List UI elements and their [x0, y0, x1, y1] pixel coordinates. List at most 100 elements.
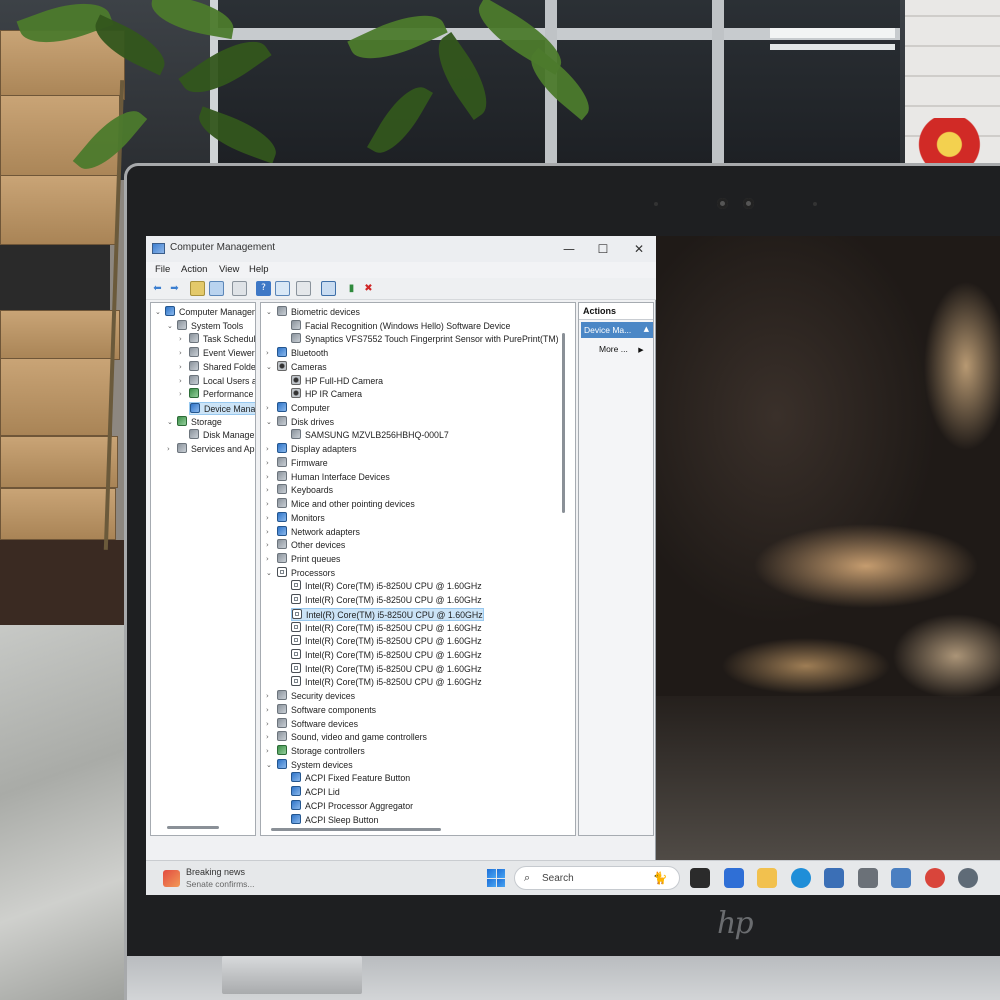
expand-arrow-icon[interactable]: ›: [266, 402, 269, 416]
expand-arrow-icon[interactable]: ›: [266, 443, 269, 457]
console-tree-item[interactable]: Device Manag: [189, 401, 255, 416]
expand-arrow-icon[interactable]: ›: [266, 718, 269, 732]
device-item[interactable]: HP Full-HD Camera: [291, 374, 383, 389]
show-tree-icon[interactable]: [209, 281, 224, 296]
console-tree-item[interactable]: Services and App: [177, 443, 255, 457]
console-tree-item[interactable]: Event Viewer: [189, 347, 255, 361]
device-category[interactable]: Bluetooth: [277, 347, 328, 361]
tool-icon[interactable]: [958, 868, 978, 888]
expand-arrow-icon[interactable]: ›: [179, 375, 182, 389]
up-folder-icon[interactable]: [190, 281, 205, 296]
file-explorer-icon[interactable]: [757, 868, 777, 888]
expand-arrow-icon[interactable]: ›: [266, 731, 269, 745]
expand-arrow-icon[interactable]: ›: [266, 526, 269, 540]
device-category[interactable]: Mice and other pointing devices: [277, 498, 415, 512]
console-tree-item[interactable]: Performance: [189, 388, 253, 402]
device-category[interactable]: Firmware: [277, 456, 328, 471]
minimize-button[interactable]: —: [554, 239, 584, 259]
console-tree-item[interactable]: Shared Folde: [189, 360, 255, 375]
device-category[interactable]: Other devices: [277, 539, 345, 553]
update-driver-icon[interactable]: ▮: [344, 281, 359, 296]
device-item[interactable]: SAMSUNG MZVLB256HBHQ-000L7: [291, 429, 449, 443]
expand-arrow-icon[interactable]: ⌄: [167, 416, 173, 430]
device-item[interactable]: Intel(R) Core(TM) i5-8250U CPU @ 1.60GHz: [291, 662, 482, 677]
device-category[interactable]: Keyboards: [277, 484, 333, 498]
uninstall-icon[interactable]: ✖: [361, 281, 376, 296]
menu-file[interactable]: File: [155, 264, 170, 275]
device-category[interactable]: Security devices: [277, 690, 355, 704]
back-arrow-icon[interactable]: ⬅: [150, 281, 165, 296]
settings-icon[interactable]: [857, 868, 878, 888]
device-item[interactable]: Intel(R) Core(TM) i5-8250U CPU @ 1.60GHz: [291, 621, 482, 636]
view-icon[interactable]: [275, 281, 290, 296]
device-item[interactable]: Synaptics VFS7552 Touch Fingerprint Sens…: [291, 333, 559, 347]
news-widget-icon[interactable]: [163, 870, 180, 887]
news-subtitle[interactable]: Senate confirms...: [186, 879, 255, 889]
device-category[interactable]: Cameras: [277, 360, 327, 375]
expand-arrow-icon[interactable]: ⌄: [266, 567, 272, 581]
news-app-icon[interactable]: [723, 868, 744, 888]
device-item[interactable]: HP IR Camera: [291, 388, 362, 402]
console-tree-item[interactable]: Task Schedule: [189, 333, 255, 347]
news-headline[interactable]: Breaking news: [186, 867, 245, 877]
actions-device-manager[interactable]: Device Ma... ▲: [581, 322, 653, 338]
device-item[interactable]: Intel(R) Core(TM) i5-8250U CPU @ 1.60GHz: [291, 676, 482, 690]
expand-arrow-icon[interactable]: ›: [266, 704, 269, 718]
close-button[interactable]: ✕: [624, 239, 654, 259]
expand-arrow-icon[interactable]: ›: [179, 347, 182, 361]
console-tree-item[interactable]: Local Users an: [189, 374, 255, 389]
console-tree-item[interactable]: Disk Manager: [189, 429, 255, 443]
expand-arrow-icon[interactable]: ›: [167, 443, 170, 457]
expand-arrow-icon[interactable]: ›: [266, 690, 269, 704]
device-category[interactable]: Processors: [277, 566, 335, 581]
chrome-icon[interactable]: [924, 868, 945, 888]
device-category[interactable]: Human Interface Devices: [277, 470, 390, 485]
expand-arrow-icon[interactable]: ⌄: [266, 361, 272, 375]
expand-arrow-icon[interactable]: ⌄: [266, 759, 272, 773]
device-category[interactable]: Storage controllers: [277, 745, 365, 759]
computer-management-taskbar-icon[interactable]: [891, 868, 911, 888]
actions-more[interactable]: More ... ▶: [599, 344, 644, 354]
edge-icon[interactable]: [790, 868, 811, 888]
device-category[interactable]: Monitors: [277, 511, 325, 526]
expand-arrow-icon[interactable]: ⌄: [167, 320, 173, 334]
start-button[interactable]: [487, 869, 505, 887]
device-category[interactable]: Software devices: [277, 717, 358, 732]
horizontal-scrollbar[interactable]: [167, 826, 219, 829]
expand-arrow-icon[interactable]: ›: [266, 498, 269, 512]
device-category[interactable]: Biometric devices: [277, 306, 360, 320]
device-item[interactable]: ACPI Fixed Feature Button: [291, 772, 410, 786]
expand-arrow-icon[interactable]: ›: [266, 457, 269, 471]
console-tree-item[interactable]: Computer Managem: [165, 306, 255, 320]
task-view-icon[interactable]: [690, 868, 710, 888]
properties-icon[interactable]: [232, 281, 247, 296]
device-item[interactable]: Intel(R) Core(TM) i5-8250U CPU @ 1.60GHz: [291, 594, 482, 608]
expand-arrow-icon[interactable]: ›: [179, 388, 182, 402]
expand-arrow-icon[interactable]: ⌄: [266, 306, 272, 320]
device-category[interactable]: Network adapters: [277, 525, 360, 540]
horizontal-scrollbar[interactable]: [271, 828, 441, 831]
device-item[interactable]: Intel(R) Core(TM) i5-8250U CPU @ 1.60GHz: [291, 580, 482, 594]
title-bar[interactable]: Computer Management — ☐ ✕: [146, 236, 656, 262]
expand-arrow-icon[interactable]: ›: [266, 553, 269, 567]
device-category[interactable]: Computer: [277, 402, 330, 416]
expand-arrow-icon[interactable]: ›: [266, 539, 269, 553]
expand-arrow-icon[interactable]: ›: [266, 347, 269, 361]
device-item[interactable]: ACPI Sleep Button: [291, 813, 378, 828]
device-item[interactable]: ACPI Processor Aggregator: [291, 799, 413, 814]
expand-arrow-icon[interactable]: ⌄: [155, 306, 161, 320]
device-item[interactable]: Facial Recognition (Windows Hello) Softw…: [291, 319, 510, 334]
monitor-icon[interactable]: [321, 281, 336, 296]
device-category[interactable]: Display adapters: [277, 443, 357, 457]
menu-view[interactable]: View: [219, 264, 239, 275]
expand-arrow-icon[interactable]: ›: [179, 333, 182, 347]
forward-arrow-icon[interactable]: ➡: [167, 281, 182, 296]
expand-arrow-icon[interactable]: ⌄: [266, 416, 272, 430]
expand-arrow-icon[interactable]: ›: [266, 484, 269, 498]
vertical-scrollbar[interactable]: [562, 333, 565, 513]
taskbar-search[interactable]: ⌕ Search 🐈: [514, 866, 680, 890]
device-item[interactable]: Intel(R) Core(TM) i5-8250U CPU @ 1.60GHz: [291, 635, 482, 649]
menu-help[interactable]: Help: [249, 264, 269, 275]
maximize-button[interactable]: ☐: [588, 239, 618, 259]
device-item[interactable]: Intel(R) Core(TM) i5-8250U CPU @ 1.60GHz: [291, 607, 484, 622]
